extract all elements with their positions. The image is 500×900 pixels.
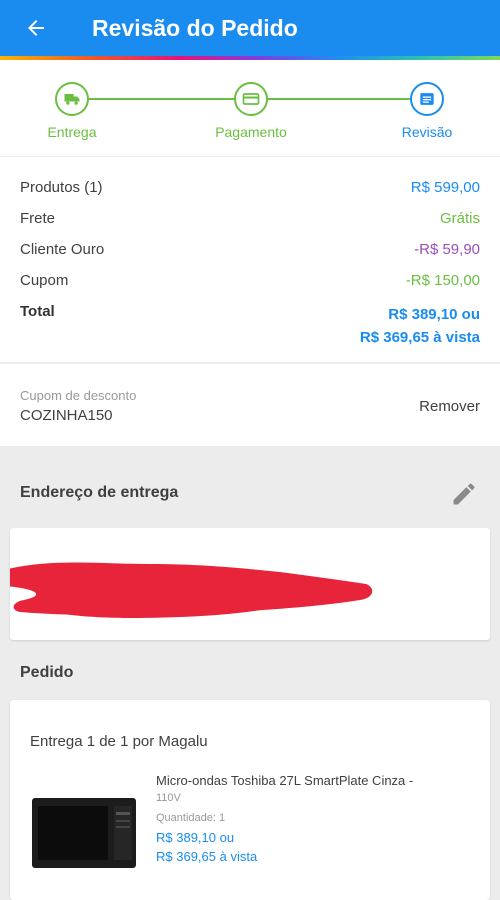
summary-value: -R$ 59,90 — [414, 241, 480, 258]
app-bar: Revisão do Pedido — [0, 0, 500, 56]
coupon-card: Cupom de desconto COZINHA150 Remover — [0, 364, 500, 446]
summary-label: Cliente Ouro — [20, 241, 105, 258]
remove-coupon-button[interactable]: Remover — [419, 398, 480, 415]
step-revisao[interactable]: Revisão — [357, 82, 497, 140]
summary-value: Grátis — [439, 210, 480, 227]
summary-row-gold: Cliente Ouro -R$ 59,90 — [20, 241, 480, 258]
summary-row-total: Total R$ 389,10 ou R$ 369,65 à vista — [20, 303, 480, 349]
product-image[interactable] — [30, 792, 138, 874]
step-circle — [55, 82, 89, 116]
arrow-left-icon — [28, 20, 44, 36]
pencil-icon[interactable] — [450, 480, 478, 508]
step-label: Pagamento — [215, 124, 287, 140]
order-summary: Produtos (1) R$ 599,00 Frete Grátis Clie… — [0, 157, 500, 362]
address-section-title: Endereço de entrega — [20, 484, 179, 501]
product-price-cash: R$ 369,65 à vista — [156, 849, 258, 864]
truck-icon — [64, 94, 80, 105]
total-cash: R$ 369,65 à vista — [359, 329, 480, 346]
summary-label: Cupom — [20, 272, 69, 289]
step-circle — [234, 82, 268, 116]
summary-label: Frete — [20, 210, 56, 227]
page-title: Revisão do Pedido — [92, 14, 298, 41]
step-label: Revisão — [401, 124, 453, 140]
redaction-scribble — [10, 562, 373, 618]
step-pagamento[interactable]: Pagamento — [181, 82, 321, 140]
product-name[interactable]: Micro-ondas Toshiba 27L SmartPlate Cinza… — [156, 772, 456, 790]
delivery-label: Entrega 1 de 1 por Magalu — [30, 733, 208, 750]
summary-row-products: Produtos (1) R$ 599,00 — [20, 179, 480, 196]
step-entrega[interactable]: Entrega — [2, 82, 142, 140]
back-button[interactable] — [0, 0, 72, 56]
product-quantity: Quantidade: 1 — [156, 812, 226, 824]
coupon-code: COZINHA150 — [20, 407, 113, 424]
address-card[interactable] — [10, 528, 490, 640]
summary-value: R$ 599,00 — [410, 179, 480, 196]
summary-row-shipping: Frete Grátis — [20, 210, 480, 227]
checkout-stepper: Entrega Pagamento Revisão — [0, 60, 500, 156]
summary-label: Produtos (1) — [20, 179, 103, 196]
product-voltage: 110V — [156, 792, 181, 804]
order-section-title: Pedido — [20, 664, 74, 681]
step-circle — [410, 82, 444, 116]
order-card: Entrega 1 de 1 por Magalu Micro-ondas To… — [10, 700, 490, 900]
total-value: R$ 389,10 ou R$ 369,65 à vista — [360, 303, 480, 349]
summary-row-coupon: Cupom -R$ 150,00 — [20, 272, 480, 289]
total-installment: R$ 389,10 ou — [388, 306, 480, 323]
coupon-label: Cupom de desconto — [20, 388, 137, 403]
product-price-installment: R$ 389,10 ou — [156, 830, 235, 845]
card-icon — [242, 93, 260, 105]
list-icon — [420, 93, 434, 105]
summary-label: Total — [20, 303, 55, 320]
step-label: Entrega — [47, 124, 97, 140]
summary-value: -R$ 150,00 — [405, 272, 480, 289]
